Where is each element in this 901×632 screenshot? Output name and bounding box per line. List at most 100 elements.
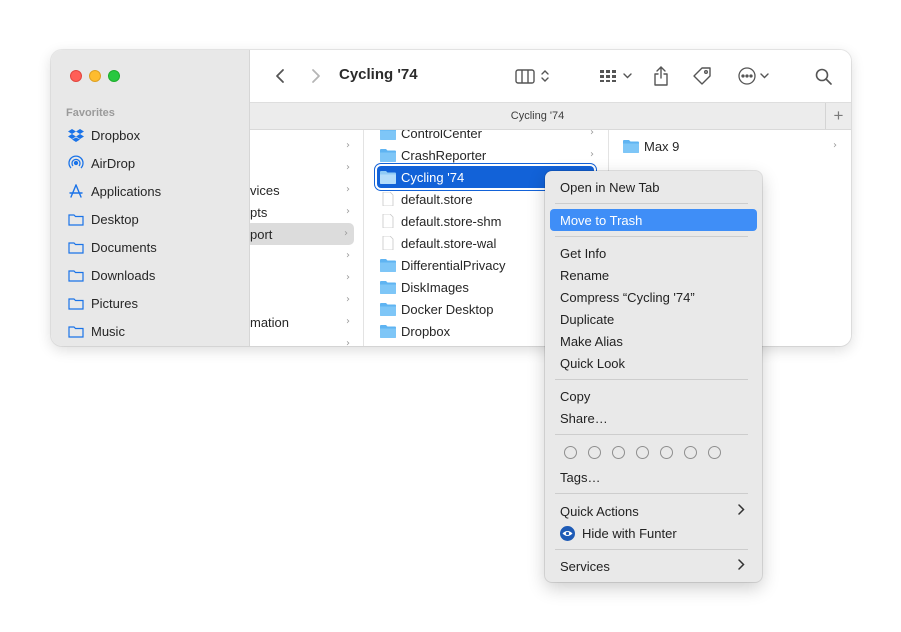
menu-item-quick-look[interactable]: Quick Look (550, 352, 757, 374)
list-item[interactable]: Max 9 › (623, 135, 843, 157)
tab-cycling-74[interactable]: Cycling '74 (250, 110, 825, 122)
share-button[interactable] (651, 64, 671, 88)
menu-item-quick-actions[interactable]: Quick Actions (550, 500, 757, 522)
menu-item-services[interactable]: Services (550, 555, 757, 577)
sidebar: Favorites Dropbox AirDrop Applications D… (51, 50, 250, 346)
sidebar-item-desktop[interactable]: Desktop (60, 208, 242, 230)
menu-item-hide-with-funter[interactable]: Hide with Funter (550, 522, 757, 544)
menu-item-duplicate[interactable]: Duplicate (550, 308, 757, 330)
sidebar-item-airdrop[interactable]: AirDrop (60, 152, 242, 174)
chevron-right-icon: › (590, 130, 594, 138)
chevron-down-icon (759, 73, 769, 79)
sidebar-item-applications[interactable]: Applications (60, 180, 242, 202)
sidebar-item-label: Applications (91, 183, 162, 199)
menu-item-rename[interactable]: Rename (550, 264, 757, 286)
airdrop-icon (68, 155, 84, 171)
list-item[interactable]: › (250, 267, 356, 289)
menu-item-label: Quick Actions (560, 503, 639, 519)
tag-icon (693, 67, 711, 85)
list-item[interactable]: › (250, 157, 356, 179)
back-button[interactable] (270, 64, 290, 88)
more-ellipsis-icon (737, 67, 756, 85)
chevron-right-icon: › (346, 294, 350, 305)
new-tab-button[interactable]: + (825, 103, 851, 129)
menu-item-compress[interactable]: Compress “Cycling '74” (550, 286, 757, 308)
tag-color-dot[interactable] (588, 446, 601, 459)
list-item[interactable]: CrashReporter › (380, 144, 600, 166)
minimize-window-button[interactable] (89, 70, 101, 82)
chevron-right-icon: › (346, 206, 350, 217)
menu-item-label: Hide with Funter (582, 525, 677, 541)
menu-item-copy[interactable]: Copy (550, 385, 757, 407)
list-item[interactable]: pts › (250, 201, 356, 223)
menu-item-tags[interactable]: Tags… (550, 466, 757, 488)
forward-button[interactable] (306, 64, 326, 88)
sidebar-item-label: Music (91, 323, 125, 339)
file-icon (382, 214, 394, 228)
menu-separator (555, 493, 748, 494)
file-icon (382, 236, 394, 250)
tag-color-dot[interactable] (564, 446, 577, 459)
folder-icon (380, 149, 396, 162)
sidebar-item-label: Desktop (91, 211, 139, 227)
tag-color-dot[interactable] (636, 446, 649, 459)
menu-separator (555, 379, 748, 380)
chevron-right-icon: › (346, 272, 350, 283)
list-item[interactable]: mation › (250, 311, 356, 333)
sidebar-item-documents[interactable]: Documents (60, 236, 242, 258)
search-icon (815, 68, 832, 85)
menu-item-share[interactable]: Share… (550, 407, 757, 429)
chevron-right-icon: › (346, 140, 350, 151)
list-item[interactable]: › (250, 289, 356, 311)
sidebar-item-label: Pictures (91, 295, 138, 311)
menu-item-move-to-trash[interactable]: Move to Trash (550, 209, 757, 231)
folder-icon (380, 130, 396, 140)
column-1: › › vices › pts › port › › › › mation › › (250, 130, 364, 346)
plus-icon: + (833, 106, 844, 125)
folder-icon (68, 323, 84, 339)
folder-icon (380, 303, 396, 316)
chevron-right-icon (312, 69, 320, 83)
list-item[interactable]: vices › (250, 179, 356, 201)
folder-icon (623, 140, 639, 153)
group-button[interactable] (595, 64, 635, 88)
sidebar-item-music[interactable]: Music (60, 320, 242, 342)
columns-view-icon (515, 68, 535, 84)
chevron-left-icon (276, 69, 284, 83)
menu-item-make-alias[interactable]: Make Alias (550, 330, 757, 352)
zoom-window-button[interactable] (108, 70, 120, 82)
list-item[interactable]: › (250, 245, 356, 267)
chevron-right-icon: › (346, 184, 350, 195)
chevron-right-icon: › (346, 162, 350, 173)
folder-icon (380, 281, 396, 294)
sidebar-item-downloads[interactable]: Downloads (60, 264, 242, 286)
tag-color-dot[interactable] (612, 446, 625, 459)
context-menu: Open in New Tab Move to Trash Get Info R… (545, 171, 762, 582)
folder-icon (68, 239, 84, 255)
action-button[interactable] (734, 64, 772, 88)
list-item-selected[interactable]: port › (250, 223, 354, 245)
menu-separator (555, 236, 748, 237)
chevron-right-icon: › (590, 149, 594, 160)
close-window-button[interactable] (70, 70, 82, 82)
tag-color-dot[interactable] (684, 446, 697, 459)
sidebar-item-label: Dropbox (91, 127, 141, 143)
list-item[interactable]: › (250, 135, 356, 157)
tag-color-dot[interactable] (660, 446, 673, 459)
view-mode-button[interactable] (509, 64, 555, 88)
tag-color-dot[interactable] (708, 446, 721, 459)
search-button[interactable] (813, 64, 833, 88)
toolbar: Cycling '74 (250, 50, 851, 102)
sidebar-item-pictures[interactable]: Pictures (60, 292, 242, 314)
dropbox-icon (68, 127, 84, 143)
list-item[interactable]: › (250, 333, 356, 346)
folder-icon (380, 259, 396, 272)
tags-button[interactable] (691, 64, 713, 88)
sidebar-item-dropbox[interactable]: Dropbox (60, 124, 242, 146)
file-icon (382, 192, 394, 206)
menu-item-open-in-new-tab[interactable]: Open in New Tab (550, 176, 757, 198)
list-item[interactable]: ControlCenter › (380, 130, 600, 144)
chevron-right-icon: › (346, 250, 350, 261)
menu-item-get-info[interactable]: Get Info (550, 242, 757, 264)
sidebar-item-label: Downloads (91, 267, 156, 283)
